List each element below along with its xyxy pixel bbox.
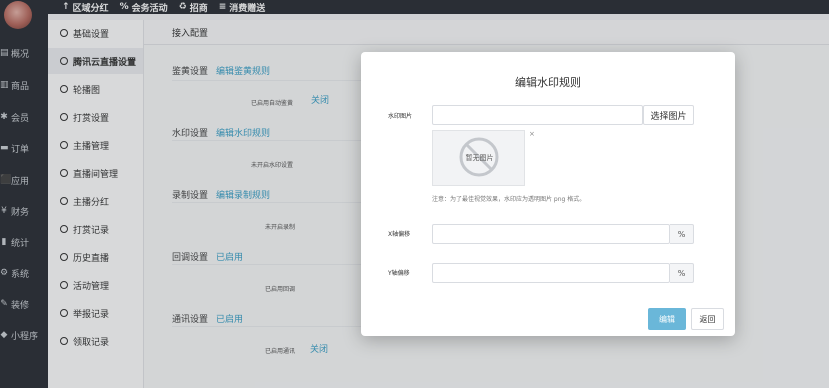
modal-title: 编辑水印规则 [515, 76, 581, 89]
watermark-image-input[interactable] [432, 105, 643, 125]
no-image-text: 暂无图片 [465, 154, 494, 162]
y-offset-percent-suffix: % [670, 263, 694, 283]
watermark-image-label: 水印图片 [388, 113, 413, 120]
edit-watermark-modal: 编辑水印规则 水印图片 选择图片 暂无图片 × 注意：为了最佳视觉效果，水印应为… [361, 52, 735, 336]
y-offset-label: Y轴偏移 [388, 270, 410, 277]
x-offset-input[interactable] [432, 224, 670, 244]
select-image-button[interactable]: 选择图片 [643, 105, 694, 125]
back-button[interactable]: 返回 [691, 308, 724, 330]
edit-button[interactable]: 编辑 [648, 308, 686, 330]
watermark-hint: 注意：为了最佳视觉效果，水印应为透明图片 png 格式。 [432, 196, 586, 203]
watermark-preview: 暂无图片 [432, 130, 525, 186]
x-offset-percent-suffix: % [670, 224, 694, 244]
x-offset-label: X轴偏移 [388, 231, 411, 238]
y-offset-input[interactable] [432, 263, 670, 283]
remove-image-icon[interactable]: × [529, 130, 535, 138]
